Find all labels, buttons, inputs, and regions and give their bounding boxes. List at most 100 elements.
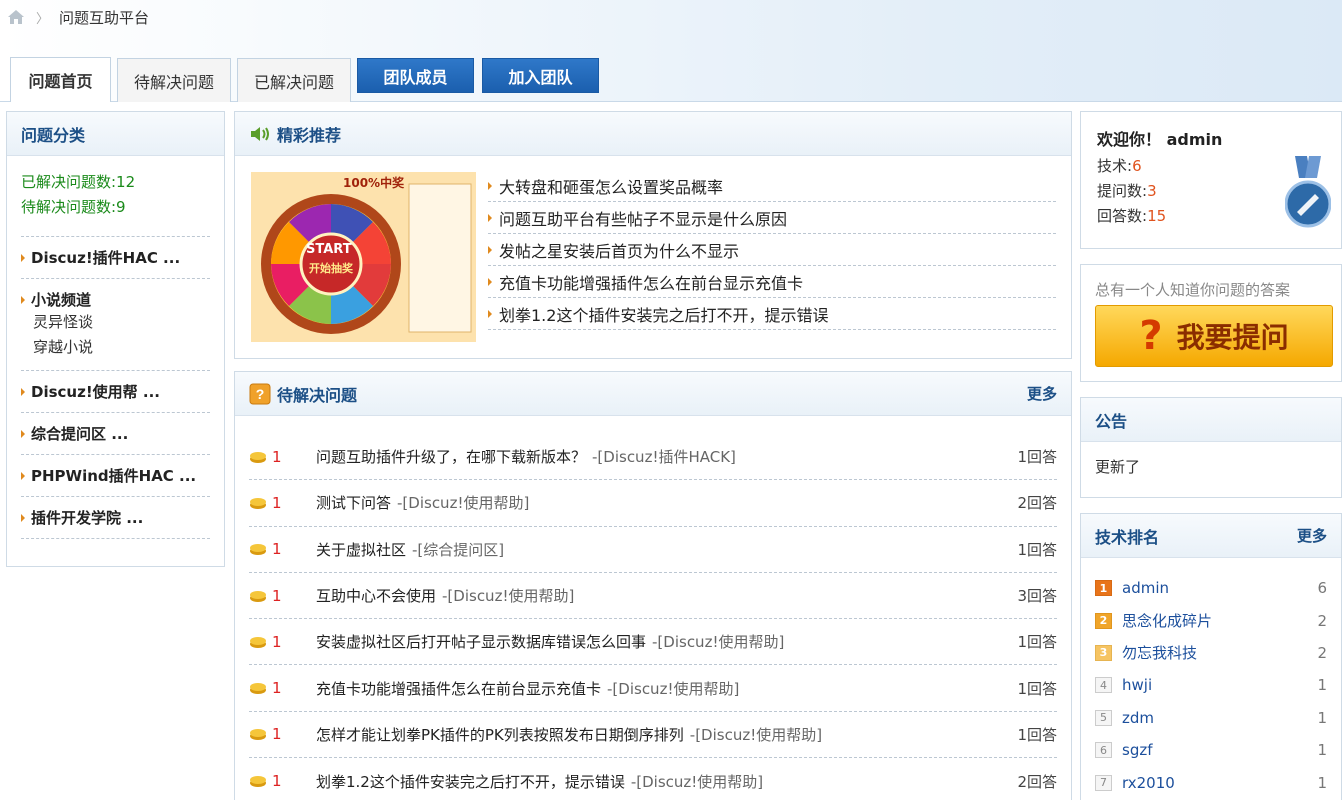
question-category[interactable]: -[Discuz!使用帮助]	[397, 492, 529, 513]
user-link[interactable]: 勿忘我科技	[1122, 642, 1197, 663]
rank-badge: 1	[1095, 580, 1112, 597]
category-link[interactable]: 小说频道	[21, 289, 210, 310]
featured-link[interactable]: 大转盘和砸蛋怎么设置奖品概率	[488, 170, 1056, 202]
user-link[interactable]: hwji	[1122, 676, 1152, 694]
reward-points: 1	[272, 725, 282, 744]
rank-score: 1	[1317, 741, 1327, 760]
subcategory-link[interactable]: 灵异怪谈	[21, 310, 210, 335]
question-category[interactable]: -[综合提问区]	[412, 539, 504, 560]
category-item: 插件开发学院 ...	[21, 496, 210, 539]
featured-link[interactable]: 充值卡功能增强插件怎么在前台显示充值卡	[488, 266, 1056, 298]
category-link[interactable]: Discuz!使用帮 ...	[21, 381, 210, 402]
bullet-arrow-icon	[21, 253, 25, 262]
featured-heading: 精彩推荐	[235, 112, 1071, 156]
lottery-wheel-image[interactable]: 100%中奖 START 开始抽奖	[251, 172, 476, 342]
bullet-arrow-icon	[21, 295, 25, 304]
join-team-button[interactable]: 加入团队	[482, 58, 599, 93]
ranking-row: 7 rx2010 1	[1095, 766, 1327, 798]
reward-points: 1	[272, 586, 282, 605]
category-link[interactable]: 插件开发学院 ...	[21, 507, 210, 528]
question-row[interactable]: 1 充值卡功能增强插件怎么在前台显示充值卡 -[Discuz!使用帮助] 1回答	[249, 665, 1057, 712]
question-category[interactable]: -[Discuz!使用帮助]	[607, 678, 739, 699]
ask-tip: 总有一个人知道你问题的答案	[1095, 281, 1291, 299]
rank-score: 2	[1317, 643, 1327, 662]
ask-question-button[interactable]: ? 我要提问	[1095, 305, 1333, 367]
question-row[interactable]: 1 互助中心不会使用 -[Discuz!使用帮助] 3回答	[249, 573, 1057, 620]
ranking-row: 4 hwji 1	[1095, 669, 1327, 701]
question-row[interactable]: 1 安装虚拟社区后打开帖子显示数据库错误怎么回事 -[Discuz!使用帮助] …	[249, 619, 1057, 666]
featured-list: 大转盘和砸蛋怎么设置奖品概率 问题互助平台有些帖子不显示是什么原因 发帖之星安装…	[488, 170, 1056, 330]
question-title[interactable]: 关于虚拟社区	[316, 539, 406, 560]
svg-text:?: ?	[256, 386, 265, 402]
user-link[interactable]: rx2010	[1122, 774, 1175, 792]
notice-heading: 公告	[1081, 398, 1341, 442]
category-link[interactable]: PHPWind插件HAC ...	[21, 465, 210, 486]
question-category[interactable]: -[Discuz!使用帮助]	[631, 771, 763, 792]
tab-home[interactable]: 问题首页	[10, 57, 111, 102]
rank-badge: 2	[1095, 612, 1112, 629]
notice-panel: 公告 更新了	[1080, 397, 1342, 498]
answer-count: 1回答	[1017, 725, 1057, 744]
question-row[interactable]: 1 划拳1.2这个插件安装完之后打不开，提示错误 -[Discuz!使用帮助] …	[249, 758, 1057, 800]
question-row[interactable]: 1 问题互助插件升级了，在哪下载新版本？ -[Discuz!插件HACK] 1回…	[249, 434, 1057, 481]
tab-pending[interactable]: 待解决问题	[117, 58, 231, 102]
coin-icon	[250, 683, 266, 695]
category-label: 小说频道	[31, 291, 92, 309]
category-label: Discuz!插件HAC ...	[31, 249, 181, 267]
answer-count: 2回答	[1017, 772, 1057, 791]
category-link[interactable]: 综合提问区 ...	[21, 423, 210, 444]
user-link[interactable]: 思念化成碎片	[1122, 610, 1212, 631]
question-row[interactable]: 1 怎样才能让划拳PK插件的PK列表按照发布日期倒序排列 -[Discuz!使用…	[249, 712, 1057, 759]
question-title[interactable]: 划拳1.2这个插件安装完之后打不开，提示错误	[316, 771, 625, 792]
category-heading: 问题分类	[7, 112, 224, 156]
home-icon[interactable]	[6, 8, 26, 26]
bullet-arrow-icon	[21, 471, 25, 480]
pending-more-link[interactable]: 更多	[1027, 383, 1057, 404]
ranking-title: 技术排名	[1095, 527, 1160, 547]
ranking-list: 1 admin 6 2 思念化成碎片 2 3 勿忘我科技 2 4 hwji 1 5 zdm 1 6s…	[1081, 558, 1341, 799]
question-row[interactable]: 1 测试下问答 -[Discuz!使用帮助] 2回答	[249, 480, 1057, 527]
featured-link-text: 问题互助平台有些帖子不显示是什么原因	[499, 209, 788, 229]
reward-points: 1	[272, 447, 282, 466]
asks-value: 3	[1147, 182, 1157, 200]
question-category[interactable]: -[Discuz!插件HACK]	[592, 446, 736, 467]
category-item: Discuz!使用帮 ...	[21, 370, 210, 412]
question-title[interactable]: 怎样才能让划拳PK插件的PK列表按照发布日期倒序排列	[316, 724, 684, 745]
question-title[interactable]: 充值卡功能增强插件怎么在前台显示充值卡	[316, 678, 601, 699]
ranking-row: 5 zdm 1	[1095, 702, 1327, 734]
main-tabs: 问题首页 待解决问题 已解决问题 团队成员 加入团队	[10, 57, 607, 102]
ranking-panel: 技术排名 更多 1 admin 6 2 思念化成碎片 2 3 勿忘我科技 2 4 hwji 1 …	[1080, 513, 1342, 800]
question-title[interactable]: 互助中心不会使用	[316, 585, 436, 606]
reward-points: 1	[272, 772, 282, 791]
question-category[interactable]: -[Discuz!使用帮助]	[442, 585, 574, 606]
rank-badge: 3	[1095, 644, 1112, 661]
tab-solved[interactable]: 已解决问题	[237, 58, 351, 102]
answers-label: 回答数:	[1097, 207, 1148, 225]
reward-points: 1	[272, 493, 282, 512]
reward-points: 1	[272, 679, 282, 698]
featured-link[interactable]: 划拳1.2这个插件安装完之后打不开，提示错误	[488, 298, 1056, 330]
answer-count: 1回答	[1017, 540, 1057, 559]
bullet-arrow-icon	[488, 181, 492, 190]
question-category[interactable]: -[Discuz!使用帮助]	[652, 631, 784, 652]
question-row[interactable]: 1 关于虚拟社区 -[综合提问区] 1回答	[249, 527, 1057, 573]
question-category[interactable]: -[Discuz!使用帮助]	[690, 724, 822, 745]
question-stats: 已解决问题数:12 待解决问题数:9	[7, 156, 224, 220]
question-title[interactable]: 安装虚拟社区后打开帖子显示数据库错误怎么回事	[316, 631, 646, 652]
welcome-greeting: 欢迎你！ admin	[1097, 130, 1223, 149]
question-title[interactable]: 问题互助插件升级了，在哪下载新版本？	[316, 446, 586, 467]
breadcrumb-title[interactable]: 问题互助平台	[59, 7, 149, 28]
ranking-more-link[interactable]: 更多	[1297, 525, 1327, 546]
team-members-button[interactable]: 团队成员	[357, 58, 474, 93]
question-title[interactable]: 测试下问答	[316, 492, 391, 513]
featured-link[interactable]: 发帖之星安装后首页为什么不显示	[488, 234, 1056, 266]
user-link[interactable]: admin	[1122, 579, 1169, 597]
featured-link[interactable]: 问题互助平台有些帖子不显示是什么原因	[488, 202, 1056, 234]
pending-panel: ? 待解决问题 更多 1 问题互助插件升级了，在哪下载新版本？ -[Discuz…	[234, 371, 1072, 800]
subcategory-link[interactable]: 穿越小说	[21, 335, 210, 360]
user-link[interactable]: zdm	[1122, 709, 1154, 727]
rank-score: 1	[1317, 708, 1327, 727]
solved-count: 已解决问题数:12	[21, 173, 136, 191]
category-link[interactable]: Discuz!插件HAC ...	[21, 247, 210, 268]
user-link[interactable]: sgzf	[1122, 741, 1153, 759]
